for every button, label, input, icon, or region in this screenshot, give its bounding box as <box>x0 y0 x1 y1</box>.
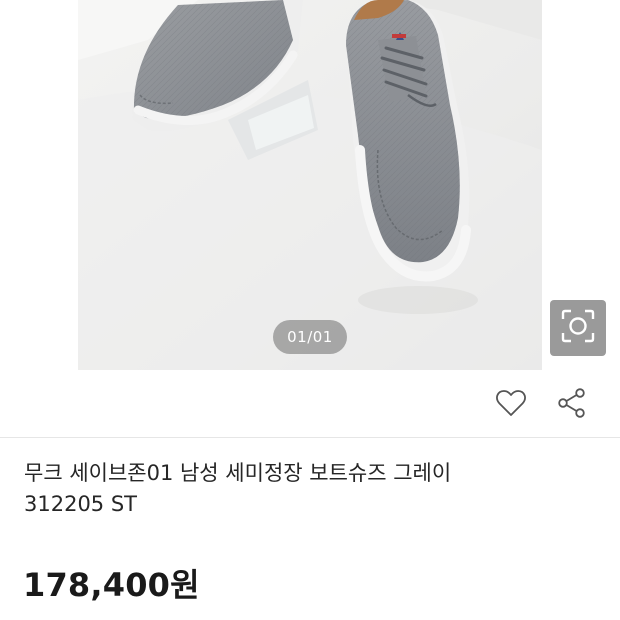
share-icon <box>555 388 589 424</box>
product-price: 178,400원 <box>23 566 200 604</box>
heart-icon <box>494 390 528 424</box>
product-action-bar <box>0 370 620 438</box>
image-search-icon <box>560 308 596 348</box>
image-search-button[interactable] <box>550 300 606 356</box>
product-image-gallery[interactable]: 01/01 <box>0 0 620 370</box>
image-page-indicator: 01/01 <box>273 320 347 354</box>
product-title-line-2: 312205 ST <box>24 492 137 516</box>
product-photo <box>78 0 542 370</box>
share-button[interactable] <box>555 386 589 420</box>
product-title: 무크 세이브존01 남성 세미정장 보트슈즈 그레이 312205 ST <box>24 458 604 520</box>
like-button[interactable] <box>494 386 528 420</box>
product-title-line-1: 무크 세이브존01 남성 세미정장 보트슈즈 그레이 <box>24 461 452 485</box>
